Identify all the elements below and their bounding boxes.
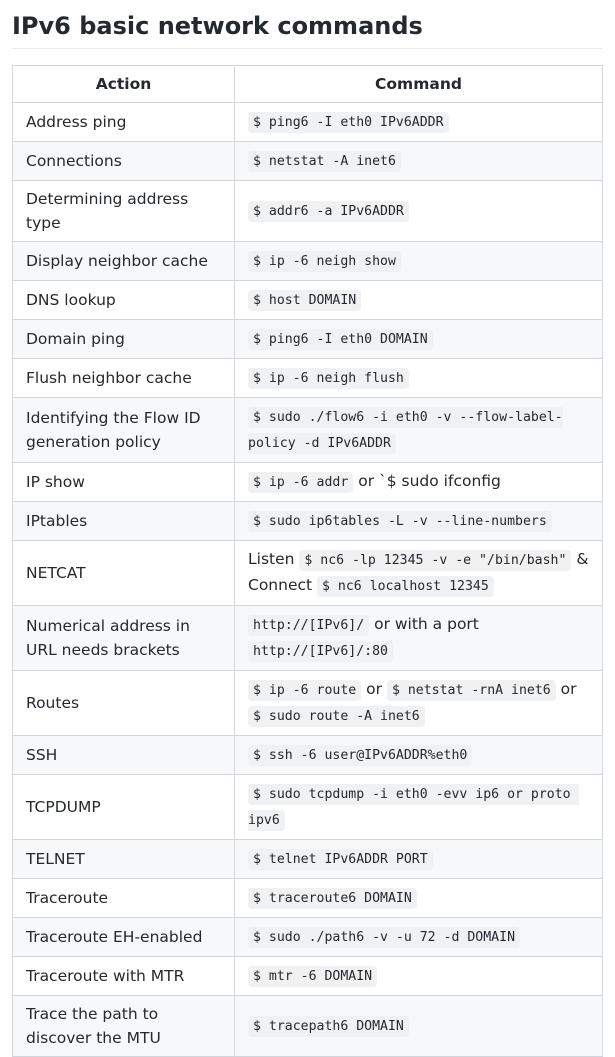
action-cell: Connections: [12, 141, 235, 181]
command-code: $ sudo ./flow6 -i eth0 -v --flow-label-p…: [248, 407, 563, 454]
command-code: $ ip -6 neigh flush: [248, 368, 409, 389]
column-header-action: Action: [12, 65, 235, 103]
command-code: $ ping6 -I eth0 IPv6ADDR: [248, 112, 449, 133]
page-title: IPv6 basic network commands: [12, 0, 602, 49]
command-cell: $ ping6 -I eth0 DOMAIN: [234, 319, 603, 359]
column-header-command: Command: [234, 65, 603, 103]
command-code: $ nc6 -lp 12345 -v -e "/bin/bash": [299, 550, 572, 571]
table-row: Flush neighbor cache $ ip -6 neigh flush: [12, 358, 603, 398]
command-code: $ sudo tcpdump -i eth0 -evv ip6 or proto…: [248, 784, 579, 831]
command-text: or with a port: [369, 615, 484, 633]
table-row: Determining address type $ addr6 -a IPv6A…: [12, 180, 603, 242]
command-cell: $ sudo tcpdump -i eth0 -evv ip6 or proto…: [234, 774, 603, 840]
command-code: $ ip -6 neigh show: [248, 251, 401, 272]
action-cell: Numerical address in URL needs brackets: [12, 605, 235, 671]
command-cell: $ ip -6 neigh show: [234, 241, 603, 281]
table-row: DNS lookup $ host DOMAIN: [12, 280, 603, 320]
table-row: Display neighbor cache $ ip -6 neigh show: [12, 241, 603, 281]
command-cell: $ traceroute6 DOMAIN: [234, 878, 603, 918]
command-code: $ ssh -6 user@IPv6ADDR%eth0: [248, 745, 473, 766]
table-row: IP show $ ip -6 addr or `$ sudo ifconfig: [12, 462, 603, 502]
table-row: Traceroute $ traceroute6 DOMAIN: [12, 878, 603, 918]
command-cell: $ host DOMAIN: [234, 280, 603, 320]
table-row: Routes $ ip -6 route or $ netstat -rnA in…: [12, 670, 603, 736]
command-code: $ addr6 -a IPv6ADDR: [248, 201, 409, 222]
command-code: $ sudo route -A inet6: [248, 706, 425, 727]
table-row: Traceroute with MTR $ mtr -6 DOMAIN: [12, 956, 603, 996]
action-cell: Determining address type: [12, 180, 235, 242]
action-cell: Display neighbor cache: [12, 241, 235, 281]
command-cell: $ ip -6 route or $ netstat -rnA inet6 or…: [234, 670, 603, 736]
table-row: Connections $ netstat -A inet6: [12, 141, 603, 181]
command-code: $ host DOMAIN: [248, 290, 362, 311]
command-code: $ sudo ./path6 -v -u 72 -d DOMAIN: [248, 927, 521, 948]
table-header-row: Action Command: [12, 65, 603, 103]
table-row: Address ping $ ping6 -I eth0 IPv6ADDR: [12, 102, 603, 142]
action-cell: IP show: [12, 462, 235, 502]
table-row: TCPDUMP $ sudo tcpdump -i eth0 -evv ip6 o…: [12, 774, 603, 840]
table-row: Traceroute EH-enabled $ sudo ./path6 -v -…: [12, 917, 603, 957]
command-cell: http://[IPv6]/ or with a port http://[IP…: [234, 605, 603, 671]
command-cell: $ tracepath6 DOMAIN: [234, 995, 603, 1057]
command-cell: $ sudo ip6tables -L -v --line-numbers: [234, 501, 603, 541]
command-text: or `$ sudo ifconfig: [353, 472, 501, 490]
table-body: Address ping $ ping6 -I eth0 IPv6ADDR Conn…: [12, 102, 603, 1057]
command-cell: $ ssh -6 user@IPv6ADDR%eth0: [234, 735, 603, 775]
action-cell: Traceroute EH-enabled: [12, 917, 235, 957]
action-cell: Trace the path to discover the MTU: [12, 995, 235, 1057]
action-cell: TELNET: [12, 839, 235, 879]
command-cell: Listen $ nc6 -lp 12345 -v -e "/bin/bash"…: [234, 540, 603, 606]
table-row: IPtables $ sudo ip6tables -L -v --line-nu…: [12, 501, 603, 541]
table-row: NETCAT Listen $ nc6 -lp 12345 -v -e "/bin…: [12, 540, 603, 606]
command-cell: $ ip -6 neigh flush: [234, 358, 603, 398]
action-cell: TCPDUMP: [12, 774, 235, 840]
command-code: http://[IPv6]/: [248, 615, 370, 636]
command-cell: $ mtr -6 DOMAIN: [234, 956, 603, 996]
command-code: $ nc6 localhost 12345: [317, 576, 494, 597]
action-cell: Address ping: [12, 102, 235, 142]
table-row: TELNET $ telnet IPv6ADDR PORT: [12, 839, 603, 879]
command-cell: $ ip -6 addr or `$ sudo ifconfig: [234, 462, 603, 502]
action-cell: IPtables: [12, 501, 235, 541]
command-text: Listen: [248, 550, 300, 568]
action-cell: Traceroute: [12, 878, 235, 918]
command-code: $ netstat -A inet6: [248, 151, 401, 172]
table-row: Numerical address in URL needs brackets h…: [12, 605, 603, 671]
table-row: Domain ping $ ping6 -I eth0 DOMAIN: [12, 319, 603, 359]
command-cell: $ sudo ./path6 -v -u 72 -d DOMAIN: [234, 917, 603, 957]
action-cell: Traceroute with MTR: [12, 956, 235, 996]
command-cell: $ netstat -A inet6: [234, 141, 603, 181]
command-cell: $ sudo ./flow6 -i eth0 -v --flow-label-p…: [234, 397, 603, 463]
command-code: $ traceroute6 DOMAIN: [248, 888, 417, 909]
command-code: $ sudo ip6tables -L -v --line-numbers: [248, 511, 552, 532]
command-code: $ ip -6 route: [248, 680, 362, 701]
table-row: Trace the path to discover the MTU $ trac…: [12, 995, 603, 1057]
table-row: Identifying the Flow ID generation polic…: [12, 397, 603, 463]
command-code: $ telnet IPv6ADDR PORT: [248, 849, 433, 870]
action-cell: Identifying the Flow ID generation polic…: [12, 397, 235, 463]
command-code: $ netstat -rnA inet6: [386, 680, 556, 701]
command-code: http://[IPv6]/:80: [248, 641, 393, 662]
document-page: IPv6 basic network commands Action Comma…: [0, 0, 615, 1057]
action-cell: Routes: [12, 670, 235, 736]
command-cell: $ addr6 -a IPv6ADDR: [234, 180, 603, 242]
command-cell: $ telnet IPv6ADDR PORT: [234, 839, 603, 879]
command-cell: $ ping6 -I eth0 IPv6ADDR: [234, 102, 603, 142]
command-code: $ ping6 -I eth0 DOMAIN: [248, 329, 433, 350]
command-code: $ ip -6 addr: [248, 472, 354, 493]
action-cell: DNS lookup: [12, 280, 235, 320]
action-cell: NETCAT: [12, 540, 235, 606]
action-cell: Domain ping: [12, 319, 235, 359]
command-text: or: [555, 680, 582, 698]
command-code: $ tracepath6 DOMAIN: [248, 1016, 409, 1037]
commands-table: Action Command Address ping $ ping6 -I et…: [12, 65, 603, 1057]
action-cell: SSH: [12, 735, 235, 775]
table-row: SSH $ ssh -6 user@IPv6ADDR%eth0: [12, 735, 603, 775]
action-cell: Flush neighbor cache: [12, 358, 235, 398]
command-code: $ mtr -6 DOMAIN: [248, 966, 378, 987]
command-text: or: [361, 680, 387, 698]
